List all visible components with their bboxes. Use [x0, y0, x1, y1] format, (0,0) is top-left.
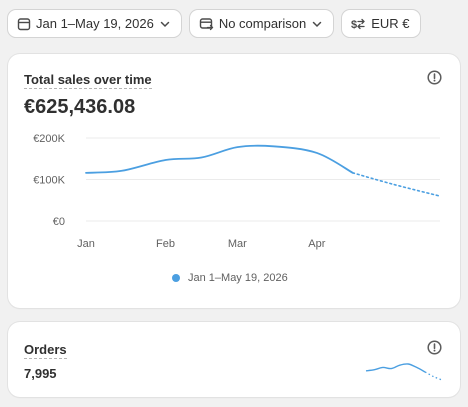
total-sales-card: Total sales over time €625,436.08 €200K €…	[8, 54, 460, 308]
y-tick-label: €100K	[33, 175, 65, 187]
currency-label: EUR €	[371, 16, 410, 31]
chart-legend: Jan 1–May 19, 2026	[172, 272, 288, 284]
x-tick-label: Apr	[308, 238, 325, 250]
legend-label: Jan 1–May 19, 2026	[188, 272, 288, 284]
x-tick-label: Mar	[228, 238, 247, 250]
currency-exchange-icon: $	[351, 18, 366, 31]
x-tick-label: Feb	[156, 238, 175, 250]
sales-line-chart: €200K €100K €0 Jan Feb Mar Apr	[33, 133, 441, 250]
comparison-button[interactable]: No comparison	[189, 10, 334, 37]
orders-value: 7,995	[24, 366, 57, 381]
svg-text:$: $	[351, 19, 357, 31]
sparkline-solid	[365, 363, 426, 373]
comparison-label: No comparison	[218, 16, 307, 31]
date-range-button[interactable]: Jan 1–May 19, 2026	[8, 10, 181, 37]
x-tick-label: Jan	[77, 238, 95, 250]
y-tick-label: €0	[53, 216, 65, 228]
info-icon[interactable]	[427, 340, 442, 355]
currency-button[interactable]: $ EUR €	[342, 10, 420, 37]
orders-sparkline	[365, 363, 443, 381]
sparkline-projected	[424, 371, 443, 381]
y-tick-label: €200K	[33, 133, 65, 145]
chevron-down-icon	[313, 21, 322, 27]
orders-title[interactable]: Orders	[24, 342, 67, 359]
series-line-solid	[85, 144, 354, 174]
date-range-label: Jan 1–May 19, 2026	[36, 16, 154, 31]
compare-calendar-icon	[199, 17, 214, 30]
series-line-projected	[351, 172, 441, 197]
legend-dot	[172, 274, 180, 282]
calendar-icon	[17, 17, 31, 30]
chevron-down-icon	[160, 21, 170, 27]
orders-card: Orders 7,995	[8, 322, 460, 397]
toolbar: Jan 1–May 19, 2026 No comparison $ EUR €	[8, 10, 420, 37]
